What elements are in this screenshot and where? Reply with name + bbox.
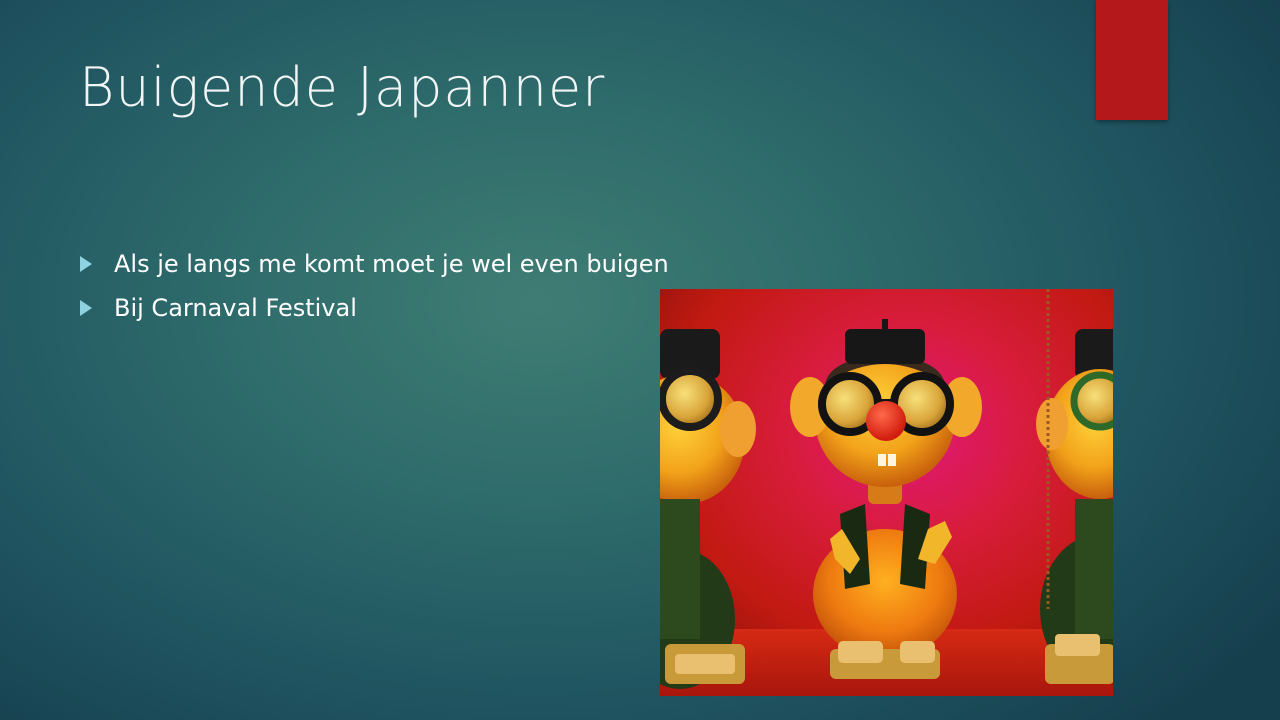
bullet-item[interactable]: Als je langs me komt moet je wel even bu… — [79, 242, 669, 286]
triangle-bullet-icon — [80, 256, 92, 272]
bullet-text: Als je langs me komt moet je wel even bu… — [114, 250, 669, 278]
slide: Buigende Japanner Als je langs me komt m… — [0, 0, 1280, 720]
slide-title[interactable]: Buigende Japanner — [79, 56, 605, 119]
bullet-item[interactable]: Bij Carnaval Festival — [79, 286, 669, 330]
triangle-bullet-icon — [80, 300, 92, 316]
photo-illustration — [660, 289, 1113, 696]
bullet-text: Bij Carnaval Festival — [114, 294, 357, 322]
bullet-list: Als je langs me komt moet je wel even bu… — [79, 242, 669, 330]
accent-bar — [1096, 0, 1168, 120]
photo-bowing-figures[interactable] — [660, 289, 1113, 696]
